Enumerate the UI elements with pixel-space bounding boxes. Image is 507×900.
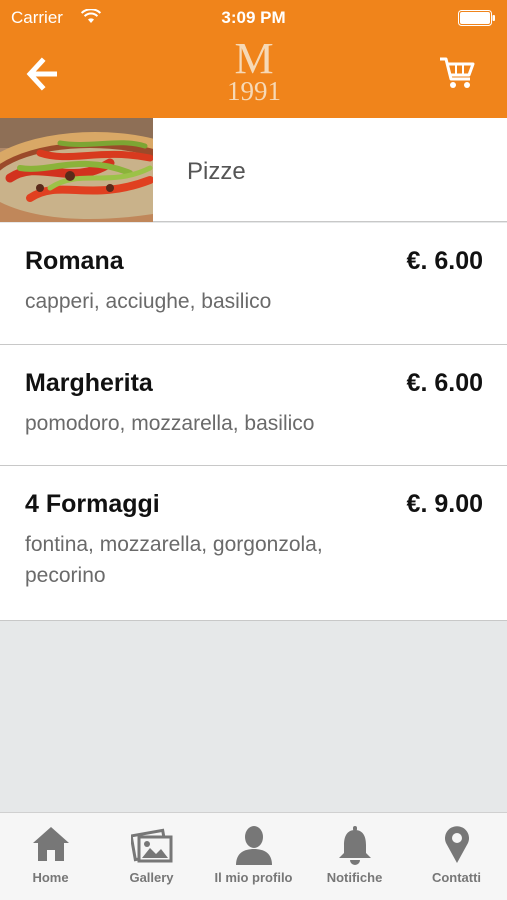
menu-item-romana[interactable]: Romana €. 6.00 capperi, acciughe, basili… [0, 223, 507, 345]
arrow-left-icon [26, 57, 57, 91]
tab-notifications[interactable]: Notifiche [304, 813, 405, 900]
tab-label: Il mio profilo [214, 870, 293, 885]
back-button[interactable] [22, 54, 68, 94]
item-description: pomodoro, mozzarella, basilico [25, 412, 315, 435]
logo-letter: M [234, 34, 274, 83]
gallery-icon [130, 828, 172, 863]
menu-item-margherita[interactable]: Margherita €. 6.00 pomodoro, mozzarella,… [0, 345, 507, 466]
item-description: fontina, mozzarella, gorgonzola, pecorin… [25, 533, 323, 587]
tab-label: Gallery [129, 870, 174, 885]
bell-icon [338, 826, 371, 865]
status-time: 3:09 PM [221, 8, 286, 27]
tab-label: Contatti [431, 870, 482, 885]
top-bar: Carrier 3:09 PM M 1991 [0, 0, 507, 118]
cart-icon [440, 57, 475, 88]
menu-item-4-formaggi[interactable]: 4 Formaggi €. 9.00 fontina, mozzarella, … [0, 466, 507, 621]
tab-label: Notifiche [326, 870, 383, 885]
nav-bar: M 1991 [0, 36, 507, 118]
tab-label: Home [32, 870, 69, 885]
item-description: capperi, acciughe, basilico [25, 290, 272, 313]
battery-icon [458, 10, 495, 26]
category-title: Pizze [187, 158, 246, 185]
item-price: €. 6.00 [406, 247, 483, 275]
profile-icon [235, 826, 272, 865]
menu-list: Romana €. 6.00 capperi, acciughe, basili… [0, 223, 507, 621]
pizza-image [0, 118, 153, 222]
home-icon [32, 827, 69, 861]
item-price: €. 9.00 [406, 490, 483, 518]
status-bar: Carrier 3:09 PM [0, 0, 507, 36]
location-pin-icon [444, 826, 469, 863]
tab-home[interactable]: Home [0, 813, 101, 900]
category-header: Pizze [0, 118, 507, 222]
tab-bar: Home Gallery Il mio profilo Notifiche Co… [0, 812, 507, 900]
brand-logo: M 1991 [222, 34, 286, 106]
category-image [0, 118, 153, 222]
item-price: €. 6.00 [406, 369, 483, 397]
tab-profile[interactable]: Il mio profilo [203, 813, 304, 900]
tab-contacts[interactable]: Contatti [406, 813, 507, 900]
tab-gallery[interactable]: Gallery [101, 813, 202, 900]
cart-button[interactable] [437, 52, 477, 92]
logo-year: 1991 [227, 76, 281, 106]
